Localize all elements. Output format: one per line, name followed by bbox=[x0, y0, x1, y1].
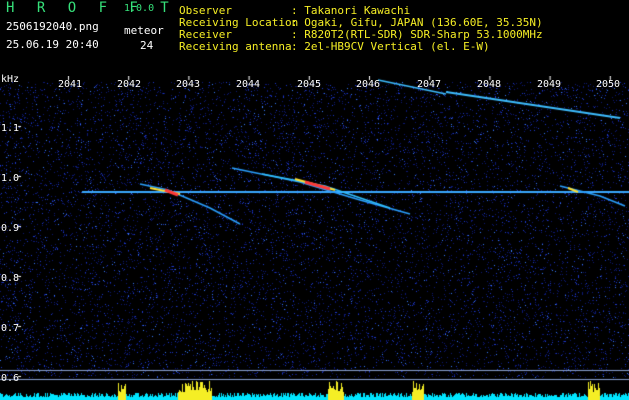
hroft-window: { "app": { "title": "H R O F F T", "vers… bbox=[0, 0, 629, 400]
meteor-label: meteor bbox=[124, 24, 164, 37]
frequency-tick: 0.9 bbox=[1, 223, 20, 234]
time-tick: 2043 bbox=[176, 79, 201, 90]
frequency-tick: 0.6 bbox=[1, 373, 20, 384]
time-tick: 2050 bbox=[596, 79, 621, 90]
frequency-tick: 0.7 bbox=[1, 323, 20, 334]
frequency-tick: 1.0 bbox=[1, 173, 20, 184]
time-tick: 2044 bbox=[236, 79, 261, 90]
meteor-count: 24 bbox=[140, 39, 154, 52]
time-tick: 2049 bbox=[537, 79, 562, 90]
frequency-tick: 0.8 bbox=[1, 273, 20, 284]
time-tick: 2041 bbox=[58, 79, 83, 90]
frequency-tick: 1.1 bbox=[1, 123, 20, 134]
time-tick: 2042 bbox=[117, 79, 142, 90]
spectrogram-canvas bbox=[0, 76, 629, 400]
header-panel: H R O F F T 1.0.0 2506192040.png 25.06.1… bbox=[0, 0, 629, 76]
timestamp: 25.06.19 20:40 bbox=[6, 38, 99, 51]
time-tick: 2045 bbox=[297, 79, 322, 90]
info-label-antenna: Receiving antenna bbox=[179, 40, 292, 53]
time-tick: 2046 bbox=[356, 79, 381, 90]
file-name: 2506192040.png bbox=[6, 20, 99, 33]
frequency-unit: kHz bbox=[1, 74, 20, 85]
app-version: 1.0.0 bbox=[124, 3, 155, 14]
info-value-antenna: : 2el-HB9CV Vertical (el. E-W) bbox=[291, 40, 490, 53]
time-tick: 2047 bbox=[417, 79, 442, 90]
time-tick: 2048 bbox=[477, 79, 502, 90]
